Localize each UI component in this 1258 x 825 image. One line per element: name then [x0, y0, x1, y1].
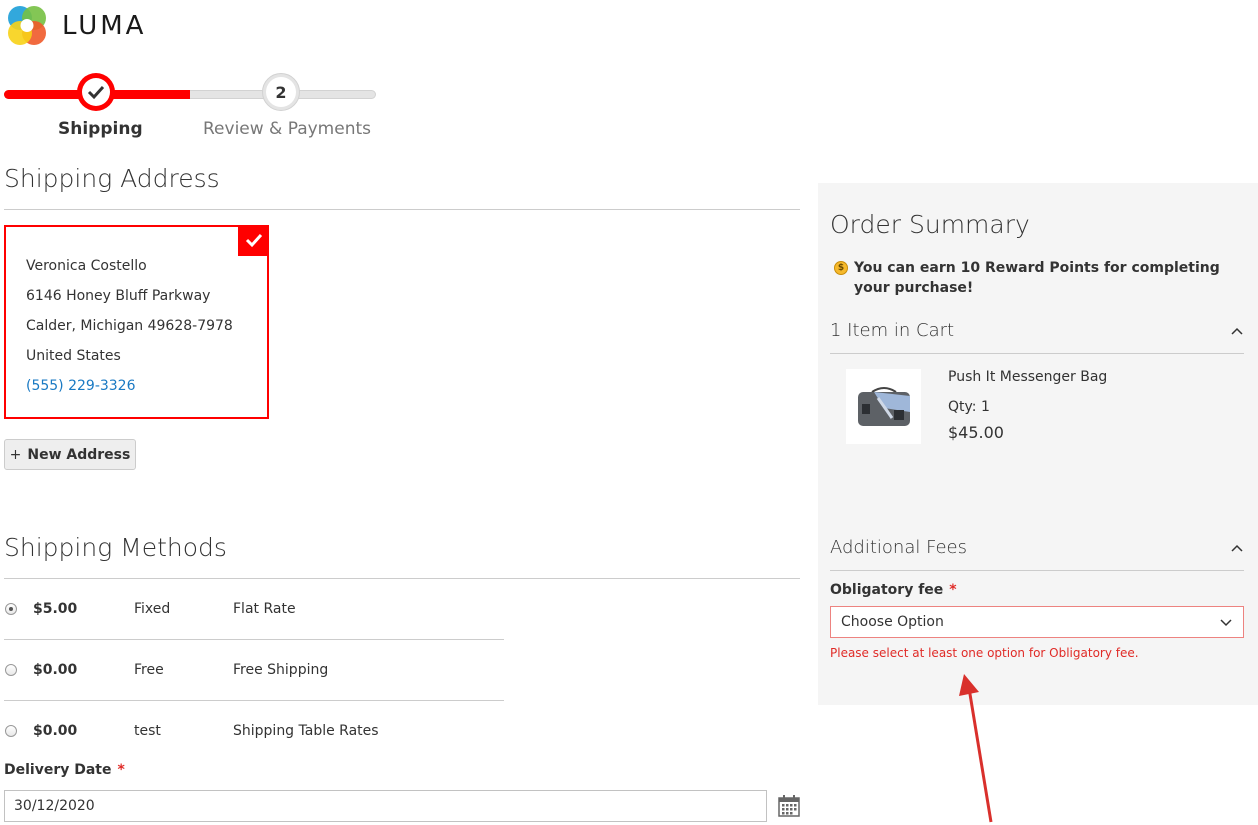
product-name: Push It Messenger Bag: [948, 369, 1108, 385]
obligatory-fee-select[interactable]: Choose Option: [830, 606, 1244, 638]
method-carrier: Shipping Table Rates: [233, 723, 379, 739]
product-qty: Qty: 1: [948, 399, 990, 415]
delivery-date-label-text: Delivery Date: [4, 762, 112, 778]
obligatory-fee-label-text: Obligatory fee: [830, 582, 944, 598]
method-price: $0.00: [33, 662, 78, 678]
step-shipping-indicator[interactable]: [77, 73, 115, 111]
order-summary-title: Order Summary: [830, 210, 1030, 239]
chevron-up-icon: [1231, 544, 1243, 552]
selected-address-card[interactable]: Veronica Costello 6146 Honey Bluff Parkw…: [4, 225, 269, 419]
order-summary-panel: Order Summary $ You can earn 10 Reward Po…: [818, 183, 1258, 705]
product-thumbnail[interactable]: [846, 369, 921, 444]
delivery-date-input[interactable]: 30/12/2020: [4, 790, 767, 822]
required-mark: *: [949, 582, 957, 598]
address-phone-link[interactable]: (555) 229-3326: [26, 371, 247, 401]
shipping-method-row[interactable]: $0.00 Free Free Shipping: [4, 640, 504, 701]
method-type: Free: [134, 662, 164, 678]
annotation-arrow: [959, 674, 993, 823]
step-number: 2: [266, 77, 296, 107]
shipping-address-title: Shipping Address: [4, 164, 220, 193]
method-price: $0.00: [33, 723, 78, 739]
method-price: $5.00: [33, 601, 78, 617]
reward-points: 10 Reward Points: [960, 260, 1100, 276]
new-address-label: New Address: [27, 446, 131, 463]
shipping-method-row[interactable]: $0.00 test Shipping Table Rates: [4, 701, 504, 751]
items-in-cart-label: 1 Item in Cart: [830, 320, 955, 341]
address-street: 6146 Honey Bluff Parkway: [26, 288, 211, 304]
obligatory-fee-error: Please select at least one option for Ob…: [830, 646, 1139, 660]
method-carrier: Free Shipping: [233, 662, 329, 678]
fees-divider: [830, 570, 1244, 571]
reward-points-message: $ You can earn 10 Reward Points for compl…: [834, 258, 1234, 298]
obligatory-fee-select-value: Choose Option: [841, 614, 944, 630]
reward-prefix: You can earn: [854, 260, 961, 276]
messenger-bag-image: [857, 386, 910, 426]
shipping-method-radio[interactable]: [5, 725, 17, 737]
coin-icon: $: [834, 261, 848, 275]
method-type: Fixed: [134, 601, 171, 617]
items-in-cart-toggle[interactable]: 1 Item in Cart: [830, 320, 1244, 341]
address-country: United States: [26, 348, 121, 364]
shipping-method-row[interactable]: $5.00 Fixed Flat Rate: [4, 579, 504, 640]
calendar-icon[interactable]: [778, 795, 800, 817]
method-type: test: [134, 723, 161, 739]
shipping-method-radio[interactable]: [5, 664, 17, 676]
method-carrier: Flat Rate: [233, 601, 296, 617]
chevron-up-icon: [1231, 327, 1243, 335]
delivery-date-value: 30/12/2020: [14, 798, 95, 814]
address-name: Veronica Costello: [26, 258, 147, 274]
shipping-address-divider: [4, 209, 800, 210]
shipping-methods-title: Shipping Methods: [4, 533, 227, 562]
step-label-review-payments[interactable]: Review & Payments: [203, 119, 371, 139]
plus-icon: +: [9, 446, 22, 463]
check-icon: [87, 85, 105, 100]
step-label-shipping[interactable]: Shipping: [58, 119, 143, 139]
luma-logo[interactable]: LUMA: [4, 3, 143, 49]
chevron-down-icon: [1220, 619, 1232, 627]
delivery-date-label: Delivery Date *: [4, 762, 125, 778]
check-icon: [245, 233, 262, 248]
new-address-button[interactable]: + New Address: [4, 439, 136, 470]
additional-fees-label: Additional Fees: [830, 537, 967, 558]
logo-text: LUMA: [62, 11, 147, 41]
address-city: Calder, Michigan 49628-7978: [26, 318, 233, 334]
obligatory-fee-label: Obligatory fee *: [830, 582, 957, 598]
luma-logo-icon: [8, 6, 46, 45]
required-mark: *: [117, 762, 125, 778]
product-price: $45.00: [948, 423, 1004, 442]
additional-fees-toggle[interactable]: Additional Fees: [830, 537, 1244, 558]
cart-divider: [830, 353, 1244, 354]
checkout-progress-bar: 2 Shipping Review & Payments: [4, 72, 376, 142]
selected-check-badge: [238, 225, 269, 256]
shipping-method-radio[interactable]: [5, 603, 17, 615]
step-review-indicator[interactable]: 2: [262, 73, 300, 111]
